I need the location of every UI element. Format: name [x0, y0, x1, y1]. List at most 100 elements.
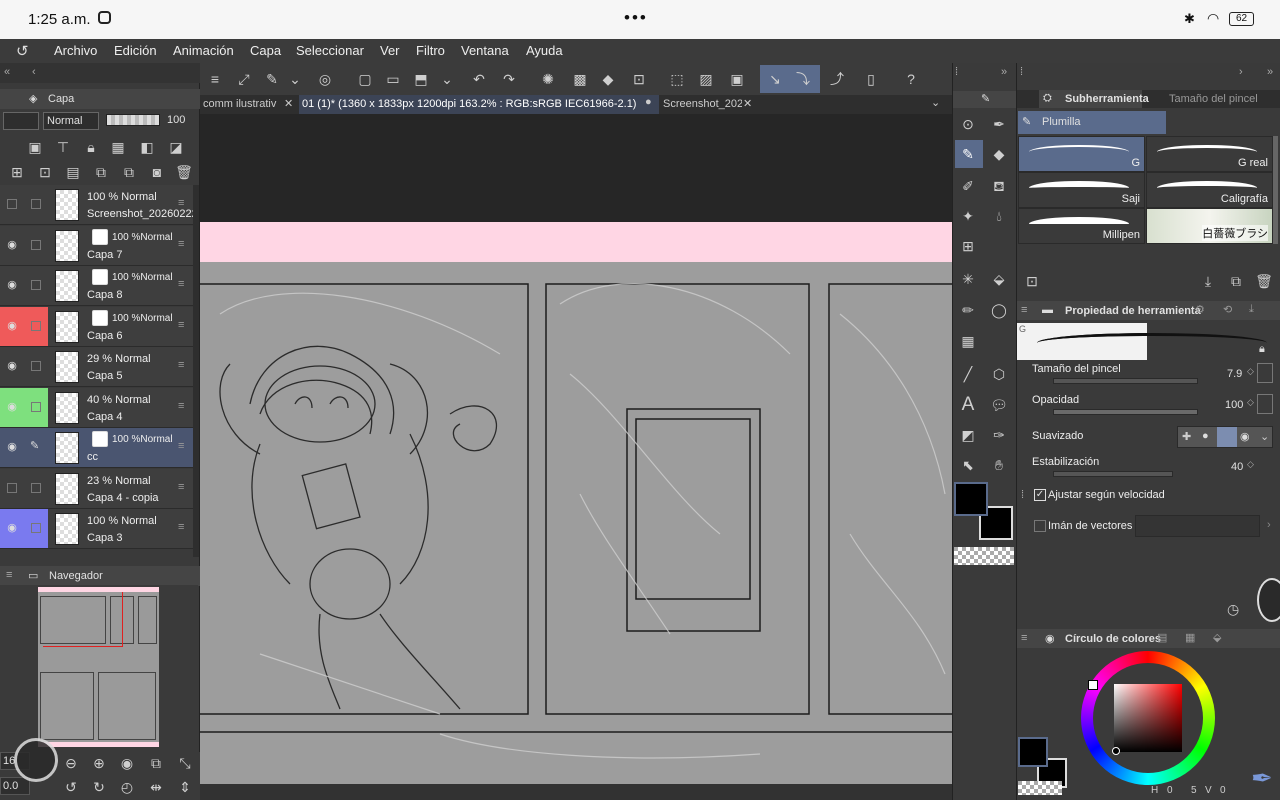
layer-row[interactable]: ◉ 29 % Normal Capa 5 ≡: [0, 347, 195, 387]
blend-mode-select[interactable]: Normal: [43, 112, 99, 130]
menu-animacion[interactable]: Animación: [173, 43, 234, 58]
layer-type-select[interactable]: [3, 112, 39, 130]
copy-subtool-icon[interactable]: ⧉: [1225, 270, 1247, 292]
panel-grip-icon[interactable]: ⁞: [1020, 66, 1023, 78]
drag-handle-icon[interactable]: ≡: [178, 400, 184, 412]
zoom-tool-icon[interactable]: ⊙: [957, 113, 979, 135]
brush-g[interactable]: G: [1018, 136, 1145, 172]
device-icon[interactable]: ▯: [860, 68, 882, 90]
color-transparent-swatch[interactable]: [1018, 781, 1062, 795]
menu-ayuda[interactable]: Ayuda: [526, 43, 563, 58]
hamburger-icon[interactable]: ≡: [204, 68, 226, 90]
floating-panel-handle[interactable]: [1257, 578, 1280, 622]
menu-archivo[interactable]: Archivo: [54, 43, 97, 58]
eyedropper-icon[interactable]: ✑: [988, 424, 1010, 446]
drag-handle-icon[interactable]: ≡: [178, 521, 184, 533]
stepper-icon[interactable]: ◇: [1247, 366, 1254, 377]
vector-magnet-checkbox[interactable]: [1034, 520, 1046, 532]
visibility-off-box[interactable]: [7, 482, 17, 493]
merge-down-icon[interactable]: ⧉: [90, 161, 112, 183]
layer-row[interactable]: ◉ 100 %Normal Capa 7 ≡: [0, 225, 195, 266]
figure-icon[interactable]: ⬡: [988, 363, 1010, 385]
duplicate-icon[interactable]: ⧉: [118, 161, 140, 183]
edit-icon[interactable]: ✎: [261, 68, 283, 90]
clock-icon[interactable]: ◷: [1227, 601, 1239, 618]
menu-seleccionar[interactable]: Seleccionar: [296, 43, 364, 58]
tab-subherramienta[interactable]: ⛭ Subherramienta: [1039, 90, 1149, 108]
color-main-swatch[interactable]: [1018, 737, 1048, 767]
invert-selection-icon[interactable]: ▨: [695, 68, 717, 90]
stepper-icon[interactable]: ◇: [1247, 397, 1254, 408]
chevron-left-icon[interactable]: ‹: [32, 66, 36, 78]
layer-check-box[interactable]: [31, 280, 41, 290]
rotate-left-icon[interactable]: ↺: [60, 776, 82, 798]
snap-grid-icon[interactable]: ⤴: [826, 68, 848, 90]
visibility-off-box[interactable]: [7, 199, 17, 209]
app-logo-icon[interactable]: ↺: [16, 42, 29, 60]
frame-tool-icon[interactable]: ◩: [957, 424, 979, 446]
drag-handle-icon[interactable]: ≡: [178, 197, 184, 209]
color-history-icon[interactable]: ▦: [1185, 631, 1195, 644]
opacity-slider[interactable]: [106, 114, 160, 126]
stabilization-slider[interactable]: [1053, 471, 1173, 477]
menu-edicion[interactable]: Edición: [114, 43, 157, 58]
opacity-value[interactable]: 100: [1225, 399, 1243, 411]
gradient-icon[interactable]: ▦: [957, 330, 979, 352]
pen-nib-icon[interactable]: ✎: [957, 143, 979, 165]
marker-icon[interactable]: ✏: [957, 299, 979, 321]
vector-magnet-field[interactable]: [1135, 515, 1260, 537]
blend-icon[interactable]: 💧︎: [988, 205, 1010, 227]
close-tab-icon[interactable]: ✕: [284, 97, 293, 110]
transparent-swatch[interactable]: [954, 547, 1014, 565]
transform-icon[interactable]: ⊡: [628, 68, 650, 90]
subtool-settings-icon[interactable]: ⊡: [1021, 270, 1043, 292]
delete-subtool-icon[interactable]: 🗑︎: [1253, 270, 1275, 292]
selection-border-icon[interactable]: ▣: [726, 68, 748, 90]
chevron-down-icon[interactable]: ⌄: [436, 68, 458, 90]
opacity-slider[interactable]: [1053, 409, 1198, 415]
layer-row[interactable]: ◉ 100 %Normal Capa 8 ≡: [0, 266, 195, 306]
eye-icon[interactable]: ◉: [4, 238, 20, 251]
eye-icon[interactable]: ◉: [4, 359, 20, 372]
layer-row[interactable]: 100 % Normal Screenshot_20260222 ≡: [0, 185, 198, 225]
save-icon[interactable]: ⬒: [410, 68, 432, 90]
layer-check-box[interactable]: [31, 320, 41, 331]
brush-shirobara[interactable]: 白薔薇ブラシ: [1146, 208, 1273, 244]
smoothing-high-icon[interactable]: ◉: [1240, 430, 1250, 443]
decoration-icon[interactable]: ✦: [957, 205, 979, 227]
flip-horizontal-icon[interactable]: ⇹: [145, 776, 167, 798]
drag-handle-icon[interactable]: ≡: [178, 319, 184, 331]
brush-scrollbar[interactable]: [1273, 136, 1278, 244]
actual-size-icon[interactable]: ◉: [116, 752, 138, 774]
tab-active-document[interactable]: 01 (1)* (1360 x 1833px 1200dpi 163.2% : …: [299, 95, 659, 114]
flip-vertical-icon[interactable]: ⇕: [174, 776, 196, 798]
loading-icon[interactable]: ✺: [537, 68, 559, 90]
zoom-in-icon[interactable]: ⊕: [88, 752, 110, 774]
edit-target-icon[interactable]: ✎: [30, 439, 39, 452]
layer-opacity-value[interactable]: 100: [167, 114, 185, 126]
approx-color-icon[interactable]: ⬙: [1213, 631, 1221, 644]
layer-check-box[interactable]: [31, 523, 41, 533]
eye-icon[interactable]: ◉: [4, 278, 20, 291]
menu-icon[interactable]: ≡: [6, 569, 12, 581]
collapse-left-icon[interactable]: «: [4, 66, 10, 78]
tool-tab[interactable]: ✎: [953, 91, 1016, 108]
color-set-icon[interactable]: ▤: [1157, 631, 1167, 644]
drag-handle-icon[interactable]: ≡: [178, 238, 184, 250]
layer-row[interactable]: ◉ 100 % Normal Capa 3 ≡: [0, 509, 195, 549]
tab-brush-size[interactable]: Tamaño del pincel: [1145, 90, 1270, 108]
chevron-right-icon[interactable]: ›: [1267, 519, 1271, 531]
drag-handle-icon[interactable]: ≡: [178, 278, 184, 290]
brush-saji[interactable]: Saji: [1018, 172, 1145, 208]
new-raster-layer-icon[interactable]: ⊞: [6, 161, 28, 183]
help-icon[interactable]: ?: [900, 68, 922, 90]
close-tab-icon[interactable]: ✕: [743, 97, 752, 110]
tabs-dropdown-icon[interactable]: ⌄: [931, 96, 940, 109]
brush-caligrafia[interactable]: Caligrafía: [1146, 172, 1273, 208]
drag-handle-icon[interactable]: ≡: [178, 359, 184, 371]
fill-bucket-icon[interactable]: ⬙: [988, 268, 1010, 290]
layer-check-box[interactable]: [31, 482, 41, 493]
menu-ver[interactable]: Ver: [380, 43, 400, 58]
brush-size-slider[interactable]: [1053, 378, 1198, 384]
drawing-canvas[interactable]: [200, 114, 952, 784]
